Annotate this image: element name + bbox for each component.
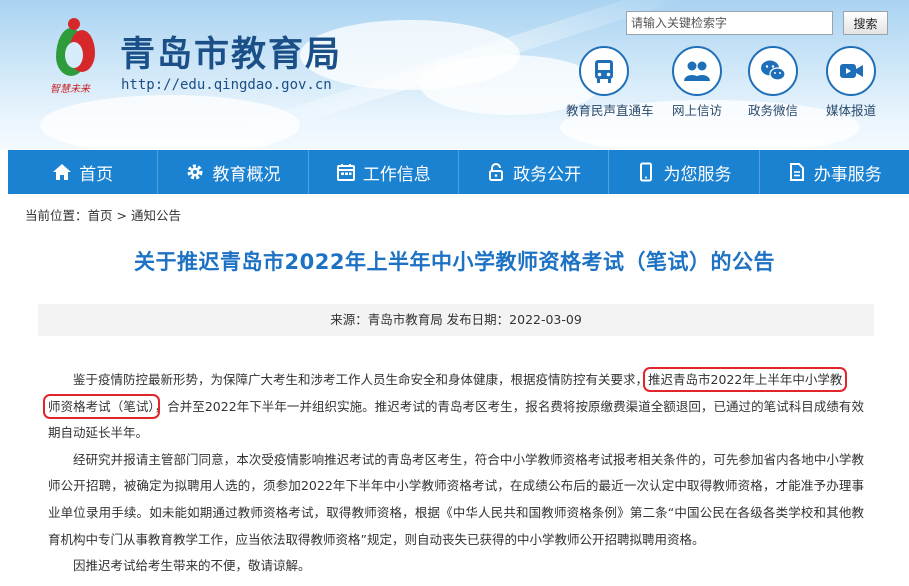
site-title[interactable]: 青岛市教育局 <box>120 26 342 77</box>
article-meta: 来源：青岛市教育局 发布日期：2022-03-09 <box>38 304 874 336</box>
paragraph-text: 鉴于疫情防控最新形势，为保障广大考生和涉考工作人员生命安全和身体健康，根据疫情防… <box>73 372 649 387</box>
bus-icon <box>595 60 613 83</box>
main-nav: 首页 教育概况 工作信息 政务公开 为您服务 办事服务 <box>8 150 909 194</box>
nav-item-label: 首页 <box>79 164 114 185</box>
quick-link-label: 媒体报道 <box>825 103 876 118</box>
nav-item-home[interactable]: 首页 <box>8 150 159 194</box>
quick-link-petition[interactable]: 网上信访 <box>659 46 735 119</box>
lock-icon <box>489 163 504 181</box>
quick-link-label: 网上信访 <box>671 103 722 118</box>
home-icon <box>53 164 72 180</box>
quick-link-media[interactable]: 媒体报道 <box>813 46 889 119</box>
breadcrumb-separator: > <box>112 208 131 223</box>
breadcrumb: 当前位置：首页 > 通知公告 <box>25 205 181 224</box>
article-paragraph: 经研究并报请主管部门同意，本次受疫情影响推迟考试的青岛考区考生，符合中小学教师资… <box>48 451 864 547</box>
highlighted-text: 推迟青岛市2022年上半年中小学教 <box>643 367 848 392</box>
nav-item-label: 办事服务 <box>813 164 882 185</box>
highlighted-text: 师资格考试（笔试） <box>43 393 160 419</box>
quick-link-hotline[interactable]: 教育民声直通车 <box>566 46 654 119</box>
article-title: 关于推迟青岛市2022年上半年中小学教师资格考试（笔试）的公告 <box>134 250 775 274</box>
nav-item-label: 为您服务 <box>663 164 732 185</box>
nav-item-label: 政务公开 <box>513 164 582 185</box>
gear-icon <box>187 164 203 180</box>
calendar-icon <box>336 164 355 181</box>
bureau-logo[interactable]: 智慧未来 <box>50 18 102 98</box>
paragraph-text: ，合并至2022年下半年一并组织实施。推迟考试的青岛考区考生，报名费将按原缴费渠… <box>48 398 864 441</box>
nav-item-label: 工作信息 <box>362 164 431 185</box>
nav-item-work-info[interactable]: 工作信息 <box>309 150 459 194</box>
search-input[interactable] <box>626 11 833 35</box>
breadcrumb-prefix: 当前位置： <box>25 208 88 223</box>
nav-item-online-affairs[interactable]: 办事服务 <box>760 150 909 194</box>
quick-link-wechat[interactable]: 政务微信 <box>735 46 811 119</box>
document-icon <box>789 163 804 181</box>
article-paragraph: 鉴于疫情防控最新形势，为保障广大考生和涉考工作人员生命安全和身体健康，根据疫情防… <box>43 367 864 447</box>
nav-item-services[interactable]: 为您服务 <box>609 150 760 194</box>
nav-item-overview[interactable]: 教育概况 <box>158 150 309 194</box>
breadcrumb-current-link[interactable]: 通知公告 <box>131 208 181 223</box>
site-url[interactable]: http://edu.qingdao.gov.cn <box>121 77 332 93</box>
nav-item-label: 教育概况 <box>212 164 281 185</box>
article-body: 鉴于疫情防控最新形势，为保障广大考生和涉考工作人员生命安全和身体健康，根据疫情防… <box>43 367 864 580</box>
wechat-icon <box>761 60 786 81</box>
people-icon <box>684 61 710 81</box>
search-button[interactable]: 搜索 <box>843 11 888 35</box>
phone-icon <box>640 162 653 182</box>
quick-link-label: 政务微信 <box>747 103 798 118</box>
header-banner: 智慧未来 青岛市教育局 http://edu.qingdao.gov.cn 搜索… <box>0 0 909 150</box>
quick-link-label: 教育民声直通车 <box>566 103 654 118</box>
nav-item-gov-affairs[interactable]: 政务公开 <box>459 150 610 194</box>
article-paragraph: 因推迟考试给考生带来的不便，敬请谅解。 <box>73 558 311 574</box>
breadcrumb-home-link[interactable]: 首页 <box>88 208 113 223</box>
video-icon <box>840 64 863 78</box>
